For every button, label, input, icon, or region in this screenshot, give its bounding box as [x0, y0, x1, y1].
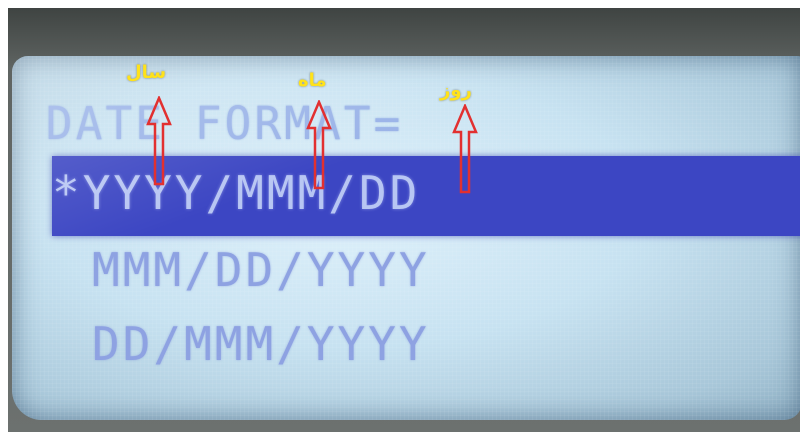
annotation-day-label: روز	[440, 80, 472, 101]
option-label-1: YYYY/MMM/DD	[82, 166, 421, 220]
screen-title: DATE FORMAT=	[45, 97, 404, 150]
option-2[interactable]: MMM/DD/YYYY	[92, 242, 430, 298]
annotation-month-label: ماه	[298, 70, 327, 91]
annotation-arrow-day-icon	[452, 104, 478, 194]
selection-marker: *	[52, 166, 83, 220]
annotation-arrow-month-icon	[306, 100, 332, 190]
selected-option[interactable]: *YYYY/MMM/DD	[52, 165, 420, 221]
annotation-year-label: سال	[126, 62, 167, 83]
annotation-arrow-year-icon	[146, 96, 172, 186]
lcd-screen: DATE FORMAT= *YYYY/MMM/DD MMM/DD/YYYY DD…	[12, 56, 800, 420]
option-3[interactable]: DD/MMM/YYYY	[92, 316, 430, 372]
